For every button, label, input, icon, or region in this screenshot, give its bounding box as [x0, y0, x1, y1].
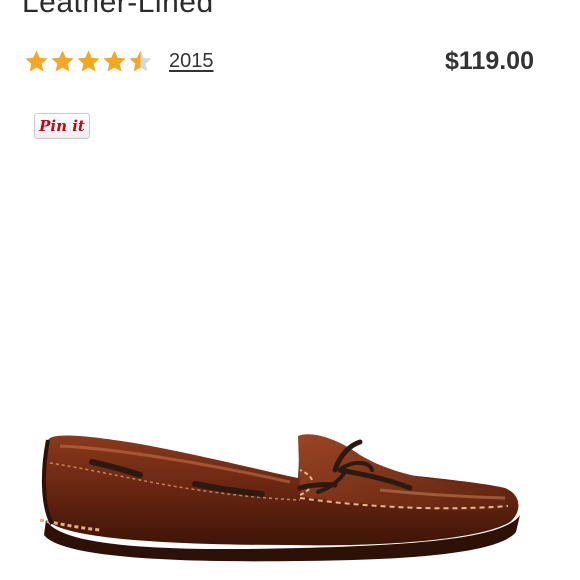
- product-price: $119.00: [445, 47, 534, 75]
- product-image[interactable]: [0, 160, 580, 580]
- star-icon: [51, 50, 74, 71]
- pin-it-button[interactable]: Pin it: [34, 113, 90, 139]
- moccasin-shoe: [39, 434, 520, 562]
- star-icon: [129, 50, 152, 71]
- review-count-link[interactable]: 2015: [169, 50, 214, 73]
- star-rating: [24, 49, 153, 74]
- product-title: Leather-Lined: [22, 0, 214, 19]
- star-icon: [25, 50, 48, 71]
- star-icon: [77, 50, 100, 71]
- rating-row: 2015: [24, 44, 214, 78]
- star-icon: [103, 50, 126, 71]
